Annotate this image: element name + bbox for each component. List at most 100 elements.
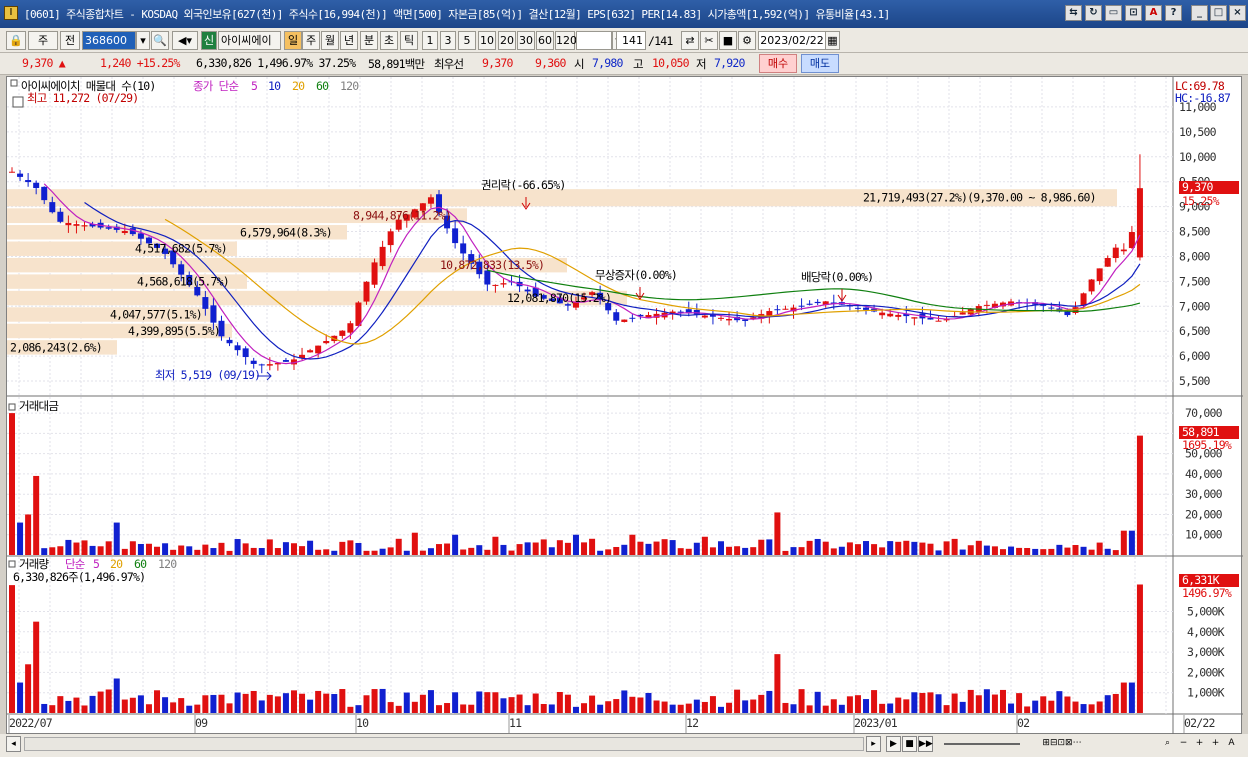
calendar-icon[interactable]: ▦ [825,31,840,50]
period-tick[interactable]: 틱 [400,31,418,50]
scroll-right-icon[interactable]: ▸ [866,736,881,752]
volume-bar [572,706,579,713]
interval-60[interactable]: 60 [536,31,554,50]
volume-bar [661,701,668,713]
amount-bar [846,542,853,555]
candle [717,317,724,319]
amount-bar [693,542,700,555]
amount-bar [33,475,40,555]
amount-bar [830,548,837,555]
amount-bar [983,545,990,555]
candle [65,222,72,226]
close-button[interactable]: × [1229,5,1246,21]
period-month[interactable]: 월 [321,31,339,50]
buy-button[interactable]: 매수 [759,54,797,73]
date-input[interactable]: 2023/02/22 [758,31,826,50]
volume-ma-period: 120 [158,557,177,571]
amount-bar [371,550,378,555]
stop-icon[interactable]: ■ [902,736,917,752]
code-input[interactable]: 368600 [82,31,136,50]
interval-30[interactable]: 30 [517,31,535,50]
amount-bar [975,540,982,555]
interval-3[interactable]: 3 [440,31,456,50]
interval-120[interactable]: 120 [555,31,577,50]
low-label: 저 [696,57,707,71]
volume-bar [564,694,571,713]
tool-icon[interactable]: ✂ [700,31,718,50]
volume-profile-label: 6,579,964(8.3%) [240,225,332,239]
font-icon[interactable]: A [1145,5,1162,21]
candle [806,303,813,305]
window-icon[interactable]: ▭ [1105,5,1122,21]
plus-icon[interactable]: + [1208,736,1223,752]
volume-bar [500,698,507,713]
volume-bar [476,691,483,713]
settings-icon[interactable]: ⚙ [738,31,756,50]
link-icon[interactable]: ⇆ [1065,5,1082,21]
zoom-out-icon[interactable]: − [1176,736,1191,752]
search-icon[interactable]: 🔍 [151,31,169,50]
candle [492,284,499,286]
speaker-icon[interactable]: ◀▾ [172,31,198,50]
volume-bar [814,691,821,713]
volume-bar [1080,704,1087,713]
amount-bar [887,541,894,555]
market-select[interactable]: 주 [28,31,58,50]
period-year[interactable]: 년 [340,31,358,50]
zoom-search-icon[interactable]: ⌕ [1160,736,1175,752]
volume-bar [186,705,193,713]
x-axis-label: 02 [1017,716,1029,730]
scroll-left-icon[interactable]: ◂ [6,736,21,752]
volume-bar [460,704,467,713]
chart-svg[interactable]: 11,00010,50010,0009,5009,0008,5008,0007,… [7,77,1243,735]
candle [1104,258,1111,267]
code-dropdown-icon[interactable]: ▾ [136,31,150,50]
count-input[interactable]: 141 [616,31,646,50]
interval-20[interactable]: 20 [498,31,516,50]
refresh-icon[interactable]: ↻ [1085,5,1102,21]
zoom-slider[interactable] [944,743,1020,745]
amount-bar [822,541,829,555]
amount-bar [564,542,571,555]
maximize-button[interactable]: □ [1210,5,1227,21]
play-icon[interactable]: ▶ [886,736,901,752]
interval-input[interactable] [576,31,612,50]
candle [57,211,64,222]
font-size-icon[interactable]: A [1224,736,1239,752]
amount-bar [540,539,547,555]
help-icon[interactable]: ? [1165,5,1182,21]
amount-bar [49,547,56,555]
amount-bar [637,541,644,555]
zoom-in-icon[interactable]: + [1192,736,1207,752]
interval-10[interactable]: 10 [478,31,496,50]
y-tick-label: 4,000K [1187,625,1225,639]
fast-forward-icon[interactable]: ▶▶ [918,736,933,752]
open-label: 시 [574,57,585,71]
interval-5[interactable]: 5 [458,31,476,50]
period-week[interactable]: 주 [302,31,320,50]
volume-bar [637,697,644,713]
pin-icon[interactable]: ⊡ [1125,5,1142,21]
amount-bar [419,550,426,555]
prev-button[interactable]: 전 [60,31,80,50]
lock-icon[interactable]: 🔒 [6,31,26,50]
period-day[interactable]: 일 [284,31,302,50]
amount-bar [218,542,225,555]
volume-bar [9,585,15,713]
period-second[interactable]: 초 [380,31,398,50]
drawing-tools-icon[interactable]: ⊞⊟⊡⊠⋯ [1022,736,1102,752]
period-minute[interactable]: 분 [360,31,378,50]
scrollbar-track[interactable] [24,737,864,751]
sell-button[interactable]: 매도 [801,54,839,73]
candle [427,197,434,204]
amount-bar [1032,548,1039,555]
volume-bar [967,689,974,713]
save-icon[interactable]: ■ [719,31,737,50]
interval-1[interactable]: 1 [422,31,438,50]
arrow-icon[interactable]: ⇄ [681,31,699,50]
amount-bar [129,541,136,555]
volume-bar [742,700,749,713]
minimize-button[interactable]: _ [1191,5,1208,21]
chart-area[interactable]: 11,00010,50010,0009,5009,0008,5008,0007,… [6,76,1243,735]
amount-bar [782,550,789,555]
